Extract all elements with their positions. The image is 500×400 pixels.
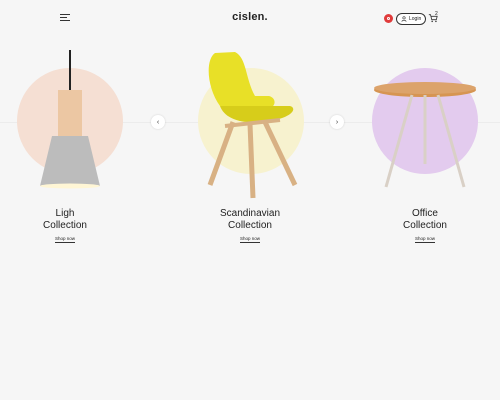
shop-now-link[interactable]: Shop now — [185, 236, 315, 243]
yellow-chair-image — [207, 52, 298, 199]
user-icon — [401, 16, 407, 22]
shop-now-link[interactable]: Shop now — [0, 236, 130, 243]
product-title-line1: Office — [412, 208, 438, 219]
product-title: Ligh Collection — [0, 208, 130, 232]
product-title-line2: Collection — [43, 220, 87, 231]
carousel-next-button[interactable]: › — [330, 115, 344, 129]
login-button[interactable]: Login — [396, 13, 427, 25]
shop-now-label: Shop now — [414, 236, 435, 243]
pendant-lamp-image — [40, 50, 100, 189]
cart-count-badge: 2 — [435, 11, 438, 17]
login-label: Login — [409, 16, 422, 22]
product-card-light[interactable]: Ligh Collection Shop now — [0, 40, 130, 260]
product-title-line2: Collection — [228, 220, 272, 231]
product-card-office[interactable]: Office Collection Shop now — [360, 40, 490, 260]
chevron-right-icon: › — [335, 118, 339, 126]
product-card-scandinavian[interactable]: Scandinavian Collection Shop now — [185, 40, 315, 260]
shop-now-link[interactable]: Shop now — [360, 236, 490, 243]
product-title-line1: Scandinavian — [219, 208, 281, 219]
chevron-left-icon: ‹ — [156, 118, 160, 126]
product-title-line2: Collection — [403, 220, 447, 231]
language-icon[interactable] — [384, 14, 393, 23]
shop-now-label: Shop now — [239, 236, 260, 243]
carousel-prev-button[interactable]: ‹ — [151, 115, 165, 129]
round-table-image — [374, 82, 476, 188]
product-title: Scandinavian Collection — [185, 208, 315, 232]
product-title-line1: Ligh — [55, 208, 75, 219]
shop-now-label: Shop now — [54, 236, 75, 243]
header: cislen. Login 2 — [0, 0, 500, 36]
product-title: Office Collection — [360, 208, 490, 232]
